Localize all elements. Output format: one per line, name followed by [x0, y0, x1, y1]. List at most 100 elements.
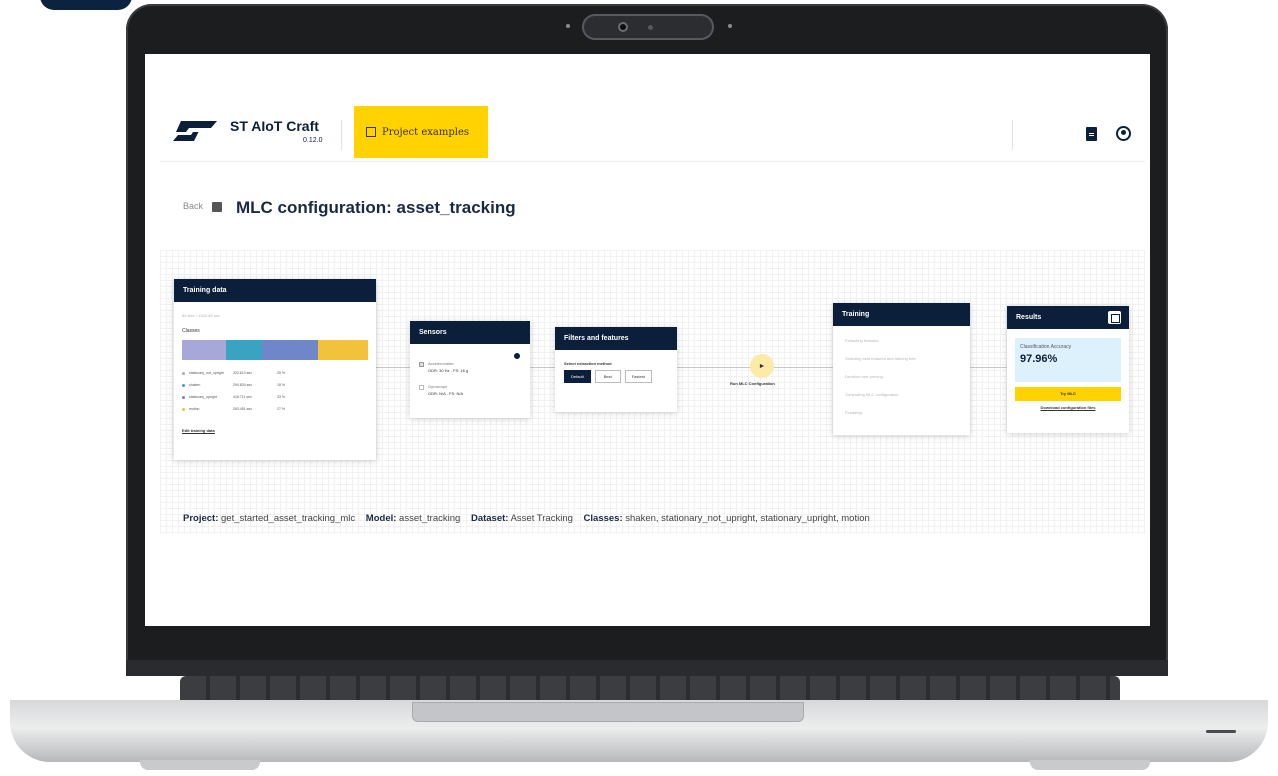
sensors-node[interactable]: Sensors Accelerometer ODR: 30 Hz - FS: 1…	[410, 321, 530, 418]
filters-features-node[interactable]: Filters and features Select extraction m…	[555, 327, 677, 412]
training-step: Finalizing	[845, 410, 862, 415]
st-logo-icon	[173, 121, 217, 141]
sensor-item[interactable]: Gyroscope ODR: N/A - FS: N/A	[419, 384, 530, 396]
classes-footer-label: Classes:	[583, 513, 623, 524]
edit-training-data-link[interactable]: Edit training data	[182, 428, 215, 434]
training-step: Generating MLC configuration	[845, 392, 899, 397]
class-color-dot	[182, 407, 185, 411]
class-bar-segment	[262, 340, 318, 360]
model-label: Model:	[365, 513, 397, 524]
webcam	[582, 14, 714, 40]
project-examples-button[interactable]: Project examples	[354, 106, 488, 158]
class-bar-segment	[182, 340, 226, 360]
accuracy-label: Classification Accuracy	[1020, 344, 1072, 350]
class-color-dot	[182, 395, 185, 399]
classes-label: Classes	[182, 328, 200, 334]
option-default-button[interactable]: Default	[564, 370, 591, 383]
training-step: Selecting best features and training tre…	[845, 356, 916, 361]
try-mlc-button[interactable]: Try MLC	[1015, 387, 1121, 401]
class-percentage: 33 %	[277, 395, 285, 399]
extraction-options: Default Best Fastest	[564, 370, 677, 383]
screen: ST AIoT Craft 0.12.0 Project examples Ba…	[145, 54, 1150, 626]
back-link[interactable]: Back	[183, 201, 203, 211]
laptop-foot	[140, 760, 260, 770]
download-config-link[interactable]: Download configuration files	[1007, 405, 1129, 410]
class-list: stationary_not_upright 323.610 sec 25 % …	[174, 367, 376, 415]
class-duration: 323.610 sec	[233, 371, 253, 375]
connector	[375, 367, 410, 368]
class-row: stationary_not_upright 323.610 sec 25 %	[174, 367, 376, 379]
status-led	[1206, 730, 1236, 733]
sensor-name: Gyroscope	[428, 384, 448, 389]
class-bar-segment	[318, 340, 368, 360]
document-icon[interactable]	[1086, 127, 1097, 141]
class-percentage: 18 %	[277, 383, 285, 387]
corner-tab	[40, 0, 132, 10]
laptop-foot	[1030, 760, 1150, 770]
camera-dot	[728, 24, 732, 28]
option-best-button[interactable]: Best	[594, 370, 621, 383]
class-percentage: 27 %	[277, 407, 285, 411]
class-row: shaken 294.830 sec 18 %	[174, 379, 376, 391]
project-label: Project:	[183, 513, 219, 524]
sensors-title: Sensors	[410, 321, 530, 344]
training-summary: 84 files / 1300.48 sec	[182, 313, 220, 318]
connector	[970, 367, 1007, 368]
class-distribution-bar	[182, 340, 368, 360]
filters-title: Filters and features	[555, 327, 677, 350]
project-value: get_started_asset_tracking_mlc	[221, 513, 356, 524]
class-name: shaken	[189, 383, 201, 387]
laptop-hinge	[126, 660, 1168, 676]
checkbox[interactable]	[419, 385, 424, 390]
results-node[interactable]: Results Classification Accuracy 97.96% T…	[1007, 306, 1129, 433]
project-examples-label: Project examples	[382, 126, 469, 138]
accuracy-value: 97.96%	[1020, 353, 1058, 365]
divider	[1012, 120, 1013, 150]
camera-dot	[566, 24, 570, 28]
class-duration: 294.830 sec	[233, 383, 253, 387]
run-button[interactable]: ►	[750, 354, 774, 378]
back-arrow-icon[interactable]	[212, 202, 222, 212]
class-name: stationary_upright	[189, 395, 217, 399]
model-value: asset_tracking	[399, 513, 461, 524]
dataset-label: Dataset:	[470, 513, 509, 524]
app-title: ST AIoT Craft	[230, 118, 319, 134]
class-percentage: 25 %	[277, 371, 285, 375]
extraction-method-label: Select extraction method	[564, 361, 612, 366]
sensor-name: Accelerometer	[428, 361, 454, 366]
class-bar-segment	[226, 340, 262, 360]
checkbox[interactable]	[419, 362, 424, 367]
expand-icon[interactable]	[1108, 311, 1121, 324]
option-fastest-button[interactable]: Fastest	[624, 370, 652, 383]
class-duration: 263.451 sec	[233, 407, 253, 411]
training-title: Training	[833, 303, 970, 326]
laptop-mockup: ST AIoT Craft 0.12.0 Project examples Ba…	[0, 0, 1278, 776]
dataset-value: Asset Tracking	[510, 513, 573, 524]
page-title: MLC configuration: asset_tracking	[236, 198, 516, 217]
user-account-icon[interactable]	[1116, 126, 1131, 141]
accuracy-box: Classification Accuracy 97.96%	[1015, 338, 1121, 382]
training-step: Extracting features	[845, 338, 879, 343]
class-row: motion 263.451 sec 27 %	[174, 403, 376, 415]
training-steps: Extracting features Selecting best featu…	[833, 326, 970, 428]
sensor-status-dot	[514, 353, 520, 359]
project-info-footer: Project: get_started_asset_tracking_mlc …	[183, 513, 870, 524]
training-node[interactable]: Training Extracting features Selecting b…	[833, 303, 970, 435]
play-icon: ►	[758, 362, 766, 370]
pipeline-canvas: Training data 84 files / 1300.48 sec Cla…	[160, 250, 1145, 534]
training-data-node[interactable]: Training data 84 files / 1300.48 sec Cla…	[174, 279, 376, 460]
run-label: Run MLC Configuration	[730, 381, 775, 386]
class-color-dot	[182, 371, 185, 375]
class-row: stationary_upright 418.711 sec 33 %	[174, 391, 376, 403]
connector	[530, 367, 555, 368]
class-color-dot	[182, 383, 185, 387]
book-icon	[366, 127, 376, 137]
class-name: motion	[189, 407, 200, 411]
class-duration: 418.711 sec	[233, 395, 252, 399]
divider	[341, 120, 342, 150]
class-name: stationary_not_upright	[189, 371, 224, 375]
trackpad	[412, 702, 804, 722]
top-bar: ST AIoT Craft 0.12.0 Project examples	[160, 106, 1145, 162]
sensor-item[interactable]: Accelerometer ODR: 30 Hz - FS: 16 g	[419, 361, 530, 373]
classes-footer-value: shaken, stationary_not_upright, stationa…	[625, 513, 870, 524]
